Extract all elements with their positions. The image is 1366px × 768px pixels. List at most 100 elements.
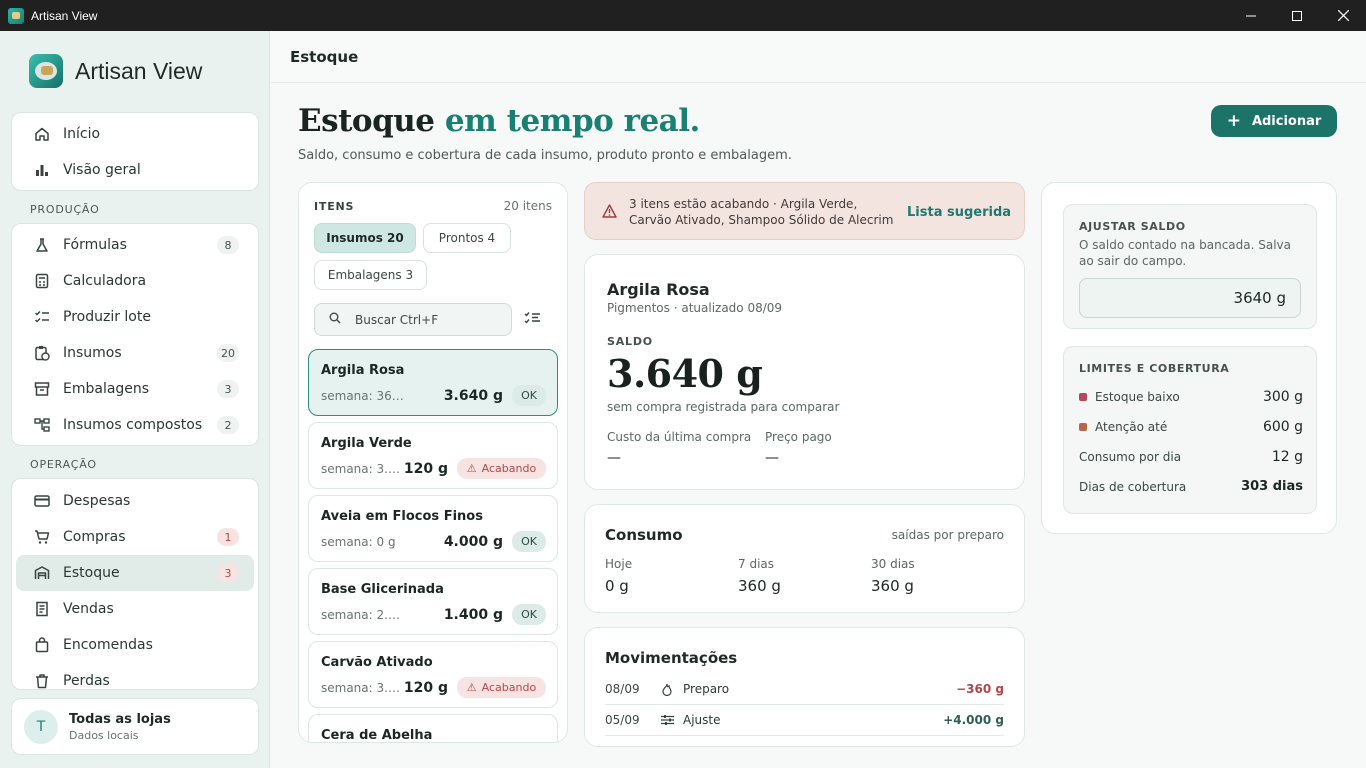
item-quantity: 3.640 g: [443, 388, 503, 404]
sidebar-item-compras[interactable]: Compras 1: [16, 519, 254, 555]
sidebar-item-insumos[interactable]: Insumos 20: [16, 335, 254, 371]
item-name: Base Glicerinada: [321, 582, 444, 597]
sidebar-item-estoque[interactable]: Estoque 3: [16, 555, 254, 591]
hero-title: Estoque em tempo real.: [298, 103, 700, 139]
brand-name: Artisan View: [75, 57, 203, 84]
cart-icon: [34, 529, 50, 545]
section-title-operacao: OPERAÇÃO: [30, 458, 97, 471]
status-badge: OK: [512, 385, 546, 406]
limits-title: LIMITES E COBERTURA: [1079, 362, 1230, 375]
sidebar-item-calculadora[interactable]: Calculadora: [16, 263, 254, 299]
box-icon: [34, 381, 50, 397]
limit-row-attention[interactable]: Atenção até 600 g: [1079, 419, 1303, 435]
list-item[interactable]: Argila Verde semana: 3.880 g 120 g ⚠ Acab…: [308, 422, 558, 489]
page-title: Estoque: [290, 47, 359, 66]
hero-title-accent: em tempo real.: [444, 103, 701, 139]
count-badge: 8: [217, 236, 239, 254]
item-name: Aveia em Flocos Finos: [321, 509, 483, 524]
item-quantity: 4.000 g: [443, 534, 503, 550]
consumption-title: Consumo: [605, 526, 683, 544]
sidebar-item-vendas[interactable]: Vendas: [16, 591, 254, 627]
search-input[interactable]: Buscar Ctrl+F: [314, 303, 512, 336]
settings-panel: AJUSTAR SALDO O saldo contado na bancada…: [1041, 182, 1337, 534]
sidebar-item-formulas[interactable]: Fórmulas 8: [16, 227, 254, 263]
consumption-label: 30 dias: [871, 557, 915, 571]
sidebar-item-encomendas[interactable]: Encomendas: [16, 627, 254, 663]
item-detail-card: Argila Rosa Pigmentos · atualizado 08/09…: [584, 254, 1025, 490]
movement-type: Ajuste: [683, 713, 721, 727]
hero-subtitle: Saldo, consumo e cobertura de cada insum…: [298, 148, 792, 163]
limit-row-daily-consumption: Consumo por dia 12 g: [1079, 449, 1303, 465]
sidebar-item-despesas[interactable]: Despesas: [16, 483, 254, 519]
hierarchy-icon: [34, 417, 50, 433]
store-subtitle: Dados locais: [69, 728, 139, 742]
filter-chip-embalagens[interactable]: Embalagens 3: [314, 260, 427, 290]
count-badge: 3: [217, 564, 239, 582]
adjust-balance-help: O saldo contado na bancada. Salva ao sai…: [1079, 238, 1292, 268]
consumption-card: Consumo saídas por preparo Hoje 0 g 7 di…: [584, 504, 1025, 613]
movement-date: 08/09: [605, 682, 640, 696]
filter-checklist-icon[interactable]: [524, 311, 541, 329]
warning-icon: ⚠: [466, 462, 477, 475]
limit-label: Consumo por dia: [1079, 450, 1182, 464]
list-item[interactable]: Base Glicerinada semana: 2.600 g 1.400 g…: [308, 568, 558, 635]
store-selector[interactable]: T Todas as lojas Dados locais: [11, 698, 259, 755]
last-cost-label: Custo da última compra: [607, 430, 752, 444]
alert-text: 3 itens estão acabando · Argila Verde, C…: [629, 197, 894, 227]
consumption-value: 0 g: [605, 577, 629, 595]
app-icon: [8, 7, 24, 24]
item-name: Argila Verde: [321, 436, 412, 451]
list-item[interactable]: Aveia em Flocos Finos semana: 0 g 4.000 …: [308, 495, 558, 562]
credit-card-icon: [34, 493, 50, 509]
limit-value: 600 g: [1262, 419, 1303, 435]
suggested-list-link[interactable]: Lista sugerida: [907, 205, 1011, 220]
receipt-icon: [34, 601, 50, 617]
sidebar-item-produzir-lote[interactable]: Produzir lote: [16, 299, 254, 335]
hero-title-main: Estoque: [298, 103, 435, 139]
minimize-button[interactable]: [1228, 0, 1274, 31]
movement-amount: +4.000 g: [943, 713, 1004, 727]
sidebar-item-embalagens[interactable]: Embalagens 3: [16, 371, 254, 407]
item-week: semana: 3.880 g: [321, 681, 405, 695]
saldo-note: sem compra registrada para comparar: [607, 400, 840, 414]
items-panel: ITENS 20 itens Insumos 20 Prontos 4 Emba…: [298, 182, 568, 743]
sidebar-item-label: Encomendas: [63, 637, 153, 653]
consumption-subtitle: saídas por preparo: [891, 528, 1004, 542]
paid-price-value: —: [765, 450, 779, 466]
limit-label: Dias de cobertura: [1079, 479, 1187, 494]
list-item[interactable]: Argila Rosa semana: 360 g 3.640 g OK: [308, 349, 558, 416]
item-quantity: 120 g: [403, 680, 448, 696]
count-badge: 20: [217, 344, 239, 362]
filter-chip-insumos[interactable]: Insumos 20: [314, 223, 416, 253]
sidebar-item-perdas[interactable]: Perdas: [16, 663, 254, 689]
status-label: Acabando: [481, 462, 537, 475]
balance-input[interactable]: 3640 g: [1079, 278, 1301, 318]
movement-row[interactable]: 08/09 Preparo −360 g: [605, 674, 1004, 705]
brand[interactable]: Artisan View: [29, 54, 202, 88]
avatar: T: [24, 709, 58, 744]
bar-chart-icon: [34, 162, 50, 178]
sidebar-item-visao-geral[interactable]: Visão geral: [16, 152, 254, 188]
status-label: Acabando: [481, 681, 537, 694]
sidebar-item-insumos-compostos[interactable]: Insumos compostos 2: [16, 407, 254, 443]
sidebar-item-label: Despesas: [63, 493, 131, 509]
filter-chip-prontos[interactable]: Prontos 4: [423, 223, 511, 253]
list-item[interactable]: Carvão Ativado semana: 3.880 g 120 g ⚠ Ac…: [308, 641, 558, 708]
movement-row[interactable]: 05/09 Ajuste +4.000 g: [605, 705, 1004, 736]
flame-icon: [661, 683, 675, 696]
adjust-balance-title: AJUSTAR SALDO: [1079, 220, 1186, 233]
checklist-icon: [34, 309, 50, 325]
status-badge: OK: [512, 604, 546, 625]
list-item[interactable]: Cera de Abelha: [308, 714, 558, 742]
maximize-button[interactable]: [1274, 0, 1320, 31]
close-window-button[interactable]: [1320, 0, 1366, 31]
limit-value: 303 dias: [1241, 479, 1303, 494]
limit-row-low[interactable]: Estoque baixo 300 g: [1079, 389, 1303, 405]
nav-operacao-group: Despesas Compras 1 Estoque 3 Vendas Enco…: [11, 478, 259, 690]
add-button[interactable]: + Adicionar: [1211, 105, 1337, 137]
brand-logo-icon: [29, 54, 63, 88]
sidebar-item-inicio[interactable]: Início: [16, 116, 254, 152]
movements-card: Movimentações 08/09 Preparo −360 g 05/09…: [584, 627, 1025, 747]
count-badge: 1: [217, 528, 239, 546]
sidebar-item-label: Insumos: [63, 345, 122, 361]
